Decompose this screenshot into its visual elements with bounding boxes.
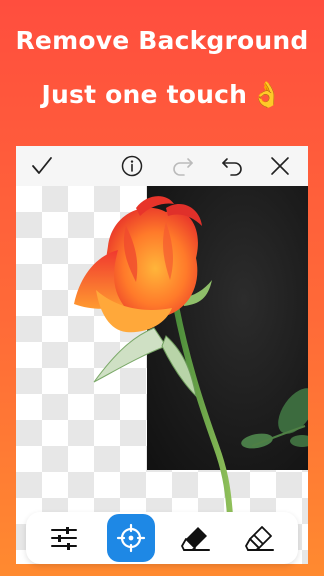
target-icon bbox=[116, 523, 146, 553]
adjust-tool-button[interactable] bbox=[40, 514, 88, 562]
redo-button[interactable] bbox=[169, 152, 197, 180]
redo-icon bbox=[173, 158, 193, 176]
headline-subtitle: Just one touch 👌 bbox=[0, 80, 324, 110]
headline-title: Remove Background bbox=[15, 26, 309, 55]
eraser-tool-button[interactable] bbox=[172, 514, 220, 562]
close-icon bbox=[271, 157, 289, 175]
editor-toolbar bbox=[16, 146, 308, 187]
ok-hand-emoji: 👌 bbox=[251, 80, 283, 109]
target-tool-button[interactable] bbox=[107, 514, 155, 562]
rose-cutout bbox=[74, 196, 233, 519]
image-canvas[interactable] bbox=[16, 186, 308, 564]
close-button[interactable] bbox=[266, 152, 294, 180]
headline-subtitle-text: Just one touch bbox=[41, 80, 248, 109]
check-icon bbox=[32, 157, 52, 174]
info-button[interactable] bbox=[118, 152, 146, 180]
tool-bar bbox=[26, 512, 298, 564]
eraser-outline-icon bbox=[245, 526, 274, 551]
restore-tool-button[interactable] bbox=[236, 514, 284, 562]
confirm-button[interactable] bbox=[28, 152, 56, 180]
editor-card bbox=[16, 146, 308, 564]
info-icon bbox=[121, 155, 143, 177]
undo-button[interactable] bbox=[218, 152, 246, 180]
eraser-filled-icon bbox=[181, 527, 210, 551]
undo-icon bbox=[222, 158, 242, 176]
adjust-sliders-icon bbox=[51, 527, 77, 550]
